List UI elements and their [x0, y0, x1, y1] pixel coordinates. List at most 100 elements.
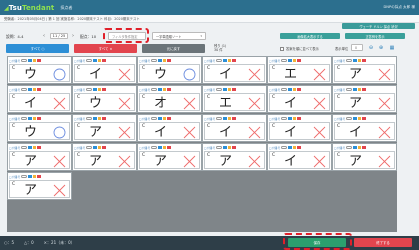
grid-icon[interactable]: ▦: [389, 45, 395, 51]
toggle-icon[interactable]: [151, 117, 158, 120]
toggle-icon[interactable]: [346, 59, 353, 62]
toggle-icon[interactable]: [216, 59, 223, 62]
card-number-label[interactable]: □ 付番号: [334, 88, 345, 92]
correct-square-icon[interactable]: [288, 58, 292, 63]
checkbox-icon[interactable]: [280, 46, 284, 51]
toggle-icon[interactable]: [346, 146, 353, 149]
zoom-in-icon[interactable]: ⊕: [378, 45, 384, 51]
incorrect-square-icon[interactable]: [232, 87, 236, 92]
answer-card[interactable]: □ 付番号 C ア: [7, 143, 72, 171]
sort-select[interactable]: 一字単語順ソート ▾: [152, 32, 206, 40]
card-number-label[interactable]: □ 付番号: [204, 88, 215, 92]
partial-square-icon[interactable]: [227, 58, 232, 63]
toggle-icon[interactable]: [21, 59, 28, 62]
partial-square-icon[interactable]: [32, 58, 37, 63]
partial-square-icon[interactable]: [162, 116, 167, 121]
sort-checkbox[interactable]: 答案を順に並べて表示: [280, 46, 319, 51]
incorrect-square-icon[interactable]: [362, 145, 366, 150]
incorrect-square-icon[interactable]: [297, 87, 301, 92]
incorrect-square-icon[interactable]: [37, 174, 41, 179]
answer-card[interactable]: □ 付番号 C ア: [332, 56, 397, 84]
answer-card[interactable]: □ 付番号 C ア: [202, 143, 267, 171]
card-number-label[interactable]: □ 付番号: [139, 146, 150, 150]
card-number-label[interactable]: □ 付番号: [334, 146, 345, 150]
card-number-label[interactable]: □ 付番号: [74, 88, 85, 92]
partial-square-icon[interactable]: [227, 87, 232, 92]
partial-square-icon[interactable]: [97, 145, 102, 150]
answer-card[interactable]: □ 付番号 C ウ: [72, 85, 137, 113]
incorrect-square-icon[interactable]: [37, 87, 41, 92]
toggle-icon[interactable]: [86, 146, 93, 149]
zoom-out-icon[interactable]: ⊖: [368, 45, 374, 51]
card-number-label[interactable]: □ 付番号: [269, 117, 280, 121]
toggle-icon[interactable]: [216, 117, 223, 120]
answer-card[interactable]: □ 付番号 C イ: [267, 143, 332, 171]
card-number-label[interactable]: □ 付番号: [269, 146, 280, 150]
toggle-icon[interactable]: [281, 117, 288, 120]
partial-square-icon[interactable]: [162, 87, 167, 92]
incorrect-square-icon[interactable]: [102, 116, 106, 121]
answer-card[interactable]: □ 付番号 C ア: [72, 114, 137, 142]
toggle-icon[interactable]: [151, 59, 158, 62]
correct-square-icon[interactable]: [28, 174, 32, 179]
incorrect-square-icon[interactable]: [297, 116, 301, 121]
incorrect-square-icon[interactable]: [37, 58, 41, 63]
answer-card[interactable]: □ 付番号 C イ: [202, 114, 267, 142]
filter-select[interactable]: フィルタ条件指定: [108, 32, 146, 40]
card-number-label[interactable]: □ 付番号: [74, 117, 85, 121]
close-button[interactable]: 終了する: [354, 238, 412, 247]
partial-square-icon[interactable]: [292, 116, 297, 121]
incorrect-square-icon[interactable]: [232, 116, 236, 121]
correct-square-icon[interactable]: [93, 116, 97, 121]
partial-square-icon[interactable]: [292, 87, 297, 92]
toggle-icon[interactable]: [151, 88, 158, 91]
card-number-label[interactable]: □ 付番号: [204, 59, 215, 63]
partial-square-icon[interactable]: [357, 58, 362, 63]
correct-square-icon[interactable]: [353, 87, 357, 92]
display-unit-select[interactable]: 8: [351, 44, 363, 51]
card-number-label[interactable]: □ 付番号: [74, 59, 85, 63]
correct-square-icon[interactable]: [28, 145, 32, 150]
toggle-icon[interactable]: [86, 117, 93, 120]
correct-square-icon[interactable]: [93, 87, 97, 92]
correct-square-icon[interactable]: [28, 87, 32, 92]
partial-square-icon[interactable]: [32, 87, 37, 92]
card-number-label[interactable]: □ 付番号: [74, 146, 85, 150]
correct-square-icon[interactable]: [158, 58, 162, 63]
undo-button[interactable]: 元に戻す: [142, 44, 205, 53]
save-button[interactable]: 保存: [288, 238, 346, 247]
correct-square-icon[interactable]: [158, 87, 162, 92]
card-number-label[interactable]: □ 付番号: [9, 146, 20, 150]
correct-square-icon[interactable]: [28, 116, 32, 121]
page-indicator[interactable]: 11 / 25: [50, 33, 68, 39]
all-correct-button[interactable]: すべて ○: [6, 44, 69, 53]
card-number-label[interactable]: □ 付番号: [9, 59, 20, 63]
partial-square-icon[interactable]: [357, 145, 362, 150]
toggle-icon[interactable]: [86, 59, 93, 62]
incorrect-square-icon[interactable]: [102, 58, 106, 63]
incorrect-square-icon[interactable]: [37, 145, 41, 150]
answer-card[interactable]: □ 付番号 C ウ: [7, 56, 72, 84]
correct-square-icon[interactable]: [288, 87, 292, 92]
incorrect-square-icon[interactable]: [297, 145, 301, 150]
correct-square-icon[interactable]: [223, 145, 227, 150]
partial-square-icon[interactable]: [357, 87, 362, 92]
partial-square-icon[interactable]: [32, 116, 37, 121]
card-number-label[interactable]: □ 付番号: [9, 175, 20, 179]
chevron-left-icon[interactable]: ‹: [40, 33, 48, 39]
partial-square-icon[interactable]: [357, 116, 362, 121]
incorrect-square-icon[interactable]: [232, 58, 236, 63]
toggle-icon[interactable]: [281, 59, 288, 62]
correct-square-icon[interactable]: [223, 87, 227, 92]
card-number-label[interactable]: □ 付番号: [139, 88, 150, 92]
all-incorrect-button[interactable]: すべて ×: [74, 44, 137, 53]
header-user[interactable]: DNPの採点 太郎 様: [384, 5, 415, 10]
correct-square-icon[interactable]: [353, 145, 357, 150]
incorrect-square-icon[interactable]: [362, 116, 366, 121]
answer-card[interactable]: □ 付番号 C ウ: [7, 114, 72, 142]
incorrect-square-icon[interactable]: [232, 145, 236, 150]
answer-card[interactable]: □ 付番号 C ア: [72, 143, 137, 171]
partial-square-icon[interactable]: [32, 145, 37, 150]
incorrect-square-icon[interactable]: [167, 58, 171, 63]
answer-card[interactable]: □ 付番号 C ウ: [137, 56, 202, 84]
